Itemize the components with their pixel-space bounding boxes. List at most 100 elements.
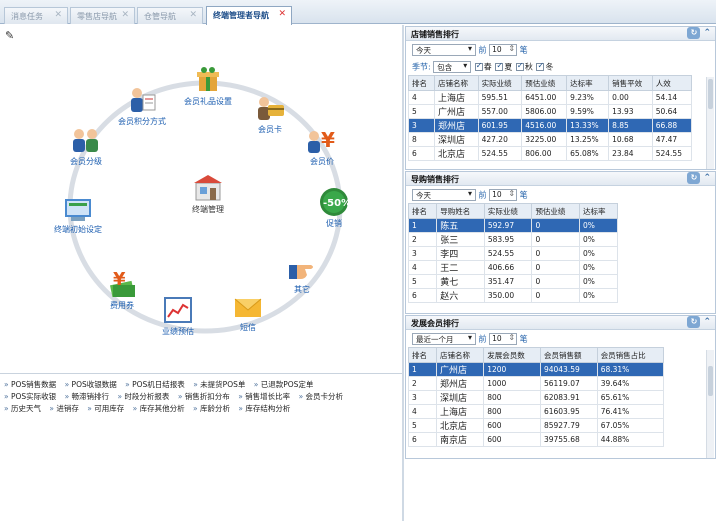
scrollbar-thumb[interactable] [708, 79, 713, 109]
refresh-icon[interactable]: ↻ [687, 316, 701, 328]
scrollbar-thumb[interactable] [708, 366, 713, 396]
collapse-icon[interactable]: ⌃ [703, 317, 711, 327]
column-header[interactable]: 实际业绩 [477, 75, 523, 91]
other-node[interactable]: 其它 [270, 253, 334, 295]
tab-retail-nav[interactable]: 零售店导航 ✕ [70, 7, 135, 24]
spring-checkbox[interactable] [474, 61, 483, 71]
close-icon[interactable]: ✕ [54, 10, 62, 20]
top-n-stepper[interactable]: 10 [489, 44, 518, 56]
link-pos-sales-data[interactable]: POS销售数据 [4, 380, 56, 389]
column-header[interactable]: 销售平效 [608, 75, 653, 91]
column-header[interactable]: 达标率 [579, 203, 618, 219]
close-icon[interactable]: ✕ [121, 10, 129, 20]
table-row[interactable]: 1 广州店 1200 94043.59 68.31% [407, 362, 665, 377]
sms-node[interactable]: 短信 [216, 291, 280, 333]
column-header[interactable]: 店铺名称 [433, 75, 479, 91]
member-grade-node[interactable]: 会员分级 [54, 125, 118, 167]
column-header[interactable]: 达标率 [566, 75, 610, 91]
autumn-checkbox[interactable] [515, 61, 524, 71]
link-member-card-analysis[interactable]: 会员卡分析 [299, 392, 343, 401]
table-row[interactable]: 6 南京店 600 39755.68 44.88% [407, 432, 665, 447]
table-row[interactable]: 1 陈五 592.97 0 0% [407, 218, 618, 233]
link-refunded-pos-orders[interactable]: 已退款POS定单 [254, 380, 314, 389]
table-row[interactable]: 4 王二 406.66 0 0% [407, 260, 618, 275]
top-n-stepper[interactable]: 10 [489, 333, 518, 345]
expense-voucher-node[interactable]: ¥ 费用券 [90, 269, 154, 311]
column-header[interactable]: 会员销售额 [539, 347, 598, 363]
link-stock-structure-analysis[interactable]: 库存结构分析 [238, 404, 290, 413]
table-cell: 68.31% [596, 362, 665, 377]
table-cell: 50.64 [651, 104, 693, 119]
link-sales-growth[interactable]: 销售增长比率 [238, 392, 290, 401]
table-row[interactable]: 4 上海店 800 61603.95 76.41% [407, 404, 665, 419]
link-available-stock[interactable]: 可用库存 [87, 404, 124, 413]
column-header[interactable]: 发展会员数 [483, 347, 541, 363]
promotion-node[interactable]: -50% 促销 [302, 187, 366, 229]
table-row[interactable]: 5 广州店 557.00 5806.00 9.59% 13.93 50.64 [408, 104, 693, 119]
season-label: 季节: [412, 62, 431, 72]
column-header[interactable]: 人效 [651, 75, 693, 91]
summer-checkbox[interactable] [495, 61, 504, 71]
link-pos-daily-report[interactable]: POS机日结报表 [125, 380, 185, 389]
link-stock-other-analysis[interactable]: 库存其他分析 [133, 404, 185, 413]
season-mode-select[interactable]: 包含 [433, 61, 472, 73]
link-stock-age-analysis[interactable]: 库龄分析 [193, 404, 230, 413]
column-header[interactable]: 实际业绩 [483, 203, 533, 219]
column-header[interactable]: 导购姓名 [436, 203, 485, 219]
tab-terminal-manager-nav[interactable]: 终端管理者导航 ✕ [206, 6, 292, 25]
table-row[interactable]: 3 深圳店 800 62083.91 65.61% [407, 390, 665, 405]
close-icon[interactable]: ✕ [189, 10, 197, 20]
terminal-management-center-node[interactable]: 终端管理 [176, 173, 240, 215]
table-row[interactable]: 3 郑州店 601.95 4516.00 13.33% 8.85 66.88 [408, 118, 693, 133]
table-row[interactable]: 6 北京店 524.55 806.00 65.08% 23.84 524.55 [408, 146, 693, 161]
column-header[interactable]: 预估业绩 [521, 75, 568, 91]
refresh-icon[interactable]: ↻ [687, 27, 701, 39]
link-sales-ranking[interactable]: 畅滞销排行 [65, 392, 109, 401]
member-price-node[interactable]: ¥ 会员价 [290, 125, 354, 167]
link-weather-history[interactable]: 历史天气 [4, 404, 41, 413]
scrollbar[interactable] [706, 77, 714, 169]
table-row[interactable]: 2 郑州店 1000 56119.07 39.64% [407, 376, 665, 391]
column-header[interactable]: 排名 [407, 203, 438, 219]
table-row[interactable]: 4 上海店 595.51 6451.00 9.23% 0.00 54.14 [408, 90, 693, 105]
link-pos-actual-cash[interactable]: POS实际收银 [4, 392, 56, 401]
column-header[interactable]: 店铺名称 [436, 347, 485, 363]
table-cell: 0% [579, 232, 618, 247]
node-label: 促销 [326, 219, 342, 228]
column-header[interactable]: 会员销售占比 [596, 347, 665, 363]
collapse-icon[interactable]: ⌃ [703, 173, 711, 183]
link-unpicked-pos-orders[interactable]: 未提货POS单 [193, 380, 245, 389]
refresh-icon[interactable]: ↻ [687, 172, 701, 184]
table-cell: 1000 [483, 376, 541, 391]
table-row[interactable]: 5 黄七 351.47 0 0% [407, 274, 618, 289]
table-row[interactable]: 6 赵六 350.00 0 0% [407, 288, 618, 303]
winter-checkbox[interactable] [536, 61, 545, 71]
column-header[interactable]: 预估业绩 [531, 203, 581, 219]
period-select[interactable]: 今天 [412, 44, 476, 56]
tab-message-tasks[interactable]: 消息任务 ✕ [4, 7, 68, 24]
close-icon[interactable]: ✕ [278, 9, 286, 19]
table-row[interactable]: 8 深圳店 427.20 3225.00 13.25% 10.68 47.47 [408, 132, 693, 147]
terminal-init-settings-node[interactable]: 终端初始设定 [46, 193, 110, 235]
table-row[interactable]: 2 张三 583.95 0 0% [407, 232, 618, 247]
scrollbar[interactable] [706, 350, 714, 458]
table-row[interactable]: 3 李四 524.55 0 0% [407, 246, 618, 261]
link-discount-distribution[interactable]: 销售折扣分布 [178, 392, 230, 401]
period-select[interactable]: 最近一个月 [412, 333, 476, 345]
period-select[interactable]: 今天 [412, 189, 476, 201]
performance-forecast-node[interactable]: 业绩预估 [146, 295, 210, 337]
column-header[interactable]: 排名 [408, 75, 435, 91]
collapse-icon[interactable]: ⌃ [703, 28, 711, 38]
link-inventory-flow[interactable]: 进销存 [49, 404, 78, 413]
tab-warehouse-nav[interactable]: 仓管导航 ✕ [137, 7, 203, 24]
pane-divider[interactable] [402, 25, 404, 521]
link-pos-cash-data[interactable]: POS收银数据 [65, 380, 117, 389]
table-cell: 56119.07 [539, 376, 598, 391]
link-period-analysis[interactable]: 时段分析报表 [117, 392, 169, 401]
table-row[interactable]: 5 北京店 600 85927.79 67.05% [407, 418, 665, 433]
member-points-node[interactable]: 会员积分方式 [110, 85, 174, 127]
column-header[interactable]: 排名 [407, 347, 438, 363]
top-n-stepper[interactable]: 10 [489, 189, 518, 201]
member-gift-settings-node[interactable]: 会员礼品设置 [176, 65, 240, 107]
table-cell: 13.25% [566, 132, 610, 147]
